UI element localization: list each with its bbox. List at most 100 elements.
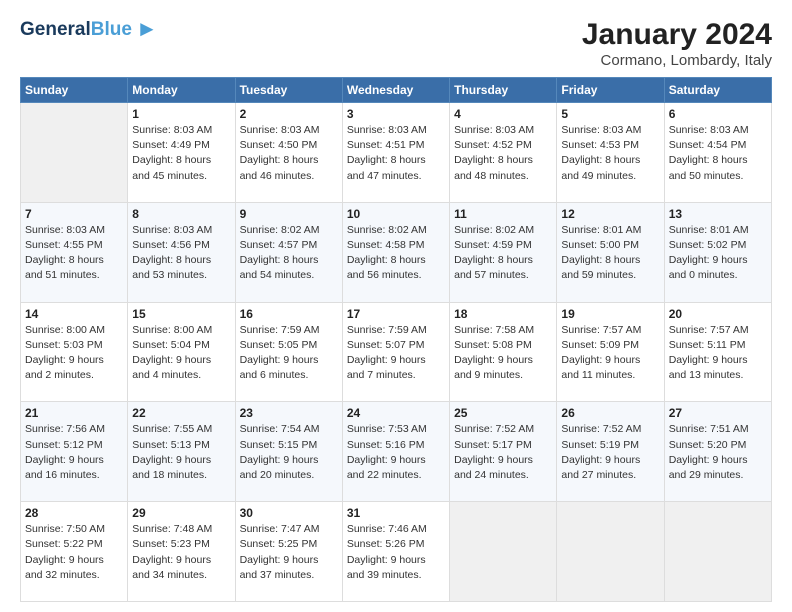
day-number: 4 [454, 107, 552, 121]
week-row-5: 28 Sunrise: 7:50 AMSunset: 5:22 PMDayligh… [21, 502, 772, 602]
day-info: Sunrise: 8:03 AMSunset: 4:49 PMDaylight:… [132, 123, 230, 184]
week-row-2: 7 Sunrise: 8:03 AMSunset: 4:55 PMDaylight… [21, 202, 772, 302]
calendar-cell: 10Sunrise: 8:02 AMSunset: 4:58 PMDayligh… [342, 202, 449, 302]
day-number: 29 [132, 506, 230, 520]
day-info: Sunrise: 7:51 AMSunset: 5:20 PMDaylight:… [669, 422, 767, 483]
week-row-1: 1 Sunrise: 8:03 AMSunset: 4:49 PMDaylight… [21, 103, 772, 203]
col-header-tuesday: Tuesday [235, 78, 342, 103]
day-info: Sunrise: 8:02 AMSunset: 4:57 PMDaylight:… [240, 223, 338, 284]
col-header-saturday: Saturday [664, 78, 771, 103]
page-title: January 2024 [582, 18, 772, 52]
day-number: 12 [561, 207, 659, 221]
day-number: 19 [561, 307, 659, 321]
calendar-cell: 1 Sunrise: 8:03 AMSunset: 4:49 PMDaylight… [128, 103, 235, 203]
calendar-cell: 19 Sunrise: 7:57 AMSunset: 5:09 PMDayligh… [557, 302, 664, 402]
logo: GeneralBlue ► [20, 18, 158, 40]
day-info: Sunrise: 7:56 AMSunset: 5:12 PMDaylight:… [25, 422, 123, 483]
day-number: 7 [25, 207, 123, 221]
day-info: Sunrise: 8:03 AMSunset: 4:52 PMDaylight:… [454, 123, 552, 184]
day-info: Sunrise: 7:57 AMSunset: 5:09 PMDaylight:… [561, 323, 659, 384]
day-info: Sunrise: 7:55 AMSunset: 5:13 PMDaylight:… [132, 422, 230, 483]
calendar-cell: 7 Sunrise: 8:03 AMSunset: 4:55 PMDaylight… [21, 202, 128, 302]
calendar-cell: 5Sunrise: 8:03 AMSunset: 4:53 PMDaylight… [557, 103, 664, 203]
day-number: 24 [347, 406, 445, 420]
day-info: Sunrise: 8:00 AMSunset: 5:04 PMDaylight:… [132, 323, 230, 384]
day-info: Sunrise: 7:46 AMSunset: 5:26 PMDaylight:… [347, 522, 445, 583]
day-info: Sunrise: 7:59 AMSunset: 5:07 PMDaylight:… [347, 323, 445, 384]
day-number: 6 [669, 107, 767, 121]
page-subtitle: Cormano, Lombardy, Italy [582, 52, 772, 69]
day-info: Sunrise: 8:03 AMSunset: 4:55 PMDaylight:… [25, 223, 123, 284]
calendar-cell: 3Sunrise: 8:03 AMSunset: 4:51 PMDaylight… [342, 103, 449, 203]
day-info: Sunrise: 7:47 AMSunset: 5:25 PMDaylight:… [240, 522, 338, 583]
day-info: Sunrise: 7:52 AMSunset: 5:17 PMDaylight:… [454, 422, 552, 483]
calendar-cell: 15 Sunrise: 8:00 AMSunset: 5:04 PMDayligh… [128, 302, 235, 402]
logo-bird-icon: ► [136, 18, 158, 40]
day-info: Sunrise: 8:00 AMSunset: 5:03 PMDaylight:… [25, 323, 123, 384]
calendar-cell: 16 Sunrise: 7:59 AMSunset: 5:05 PMDayligh… [235, 302, 342, 402]
calendar-cell: 30Sunrise: 7:47 AMSunset: 5:25 PMDayligh… [235, 502, 342, 602]
day-number: 21 [25, 406, 123, 420]
day-info: Sunrise: 7:57 AMSunset: 5:11 PMDaylight:… [669, 323, 767, 384]
calendar-cell: 20 Sunrise: 7:57 AMSunset: 5:11 PMDayligh… [664, 302, 771, 402]
page: GeneralBlue ► January 2024 Cormano, Lomb… [0, 0, 792, 612]
calendar-cell [557, 502, 664, 602]
calendar-cell: 23Sunrise: 7:54 AMSunset: 5:15 PMDayligh… [235, 402, 342, 502]
day-info: Sunrise: 8:03 AMSunset: 4:50 PMDaylight:… [240, 123, 338, 184]
day-number: 27 [669, 406, 767, 420]
calendar-cell: 21 Sunrise: 7:56 AMSunset: 5:12 PMDayligh… [21, 402, 128, 502]
calendar-cell: 6 Sunrise: 8:03 AMSunset: 4:54 PMDaylight… [664, 103, 771, 203]
calendar-cell: 4 Sunrise: 8:03 AMSunset: 4:52 PMDaylight… [450, 103, 557, 203]
day-info: Sunrise: 7:53 AMSunset: 5:16 PMDaylight:… [347, 422, 445, 483]
calendar-cell: 27 Sunrise: 7:51 AMSunset: 5:20 PMDayligh… [664, 402, 771, 502]
day-info: Sunrise: 8:02 AMSunset: 4:59 PMDaylight:… [454, 223, 552, 284]
calendar-cell: 29 Sunrise: 7:48 AMSunset: 5:23 PMDayligh… [128, 502, 235, 602]
day-number: 11 [454, 207, 552, 221]
day-info: Sunrise: 7:48 AMSunset: 5:23 PMDaylight:… [132, 522, 230, 583]
logo-blue: Blue [91, 19, 132, 40]
day-number: 26 [561, 406, 659, 420]
day-number: 1 [132, 107, 230, 121]
calendar-cell: 11 Sunrise: 8:02 AMSunset: 4:59 PMDayligh… [450, 202, 557, 302]
day-info: Sunrise: 8:03 AMSunset: 4:54 PMDaylight:… [669, 123, 767, 184]
day-info: Sunrise: 8:03 AMSunset: 4:51 PMDaylight:… [347, 123, 445, 184]
calendar-cell: 2Sunrise: 8:03 AMSunset: 4:50 PMDaylight… [235, 103, 342, 203]
logo-general: General [20, 19, 91, 40]
calendar-cell: 9Sunrise: 8:02 AMSunset: 4:57 PMDaylight… [235, 202, 342, 302]
week-row-3: 14Sunrise: 8:00 AMSunset: 5:03 PMDayligh… [21, 302, 772, 402]
day-info: Sunrise: 7:59 AMSunset: 5:05 PMDaylight:… [240, 323, 338, 384]
calendar-table: SundayMondayTuesdayWednesdayThursdayFrid… [20, 77, 772, 602]
calendar-cell: 13Sunrise: 8:01 AMSunset: 5:02 PMDayligh… [664, 202, 771, 302]
calendar-cell: 24 Sunrise: 7:53 AMSunset: 5:16 PMDayligh… [342, 402, 449, 502]
col-header-thursday: Thursday [450, 78, 557, 103]
day-number: 28 [25, 506, 123, 520]
day-number: 13 [669, 207, 767, 221]
day-number: 16 [240, 307, 338, 321]
day-number: 18 [454, 307, 552, 321]
header: GeneralBlue ► January 2024 Cormano, Lomb… [20, 18, 772, 69]
day-number: 31 [347, 506, 445, 520]
day-info: Sunrise: 7:58 AMSunset: 5:08 PMDaylight:… [454, 323, 552, 384]
calendar-cell: 14Sunrise: 8:00 AMSunset: 5:03 PMDayligh… [21, 302, 128, 402]
calendar-cell: 17Sunrise: 7:59 AMSunset: 5:07 PMDayligh… [342, 302, 449, 402]
col-header-wednesday: Wednesday [342, 78, 449, 103]
day-info: Sunrise: 7:50 AMSunset: 5:22 PMDaylight:… [25, 522, 123, 583]
calendar-cell: 25Sunrise: 7:52 AMSunset: 5:17 PMDayligh… [450, 402, 557, 502]
day-info: Sunrise: 8:03 AMSunset: 4:56 PMDaylight:… [132, 223, 230, 284]
calendar-cell: 22 Sunrise: 7:55 AMSunset: 5:13 PMDayligh… [128, 402, 235, 502]
day-info: Sunrise: 8:03 AMSunset: 4:53 PMDaylight:… [561, 123, 659, 184]
calendar-cell: 12Sunrise: 8:01 AMSunset: 5:00 PMDayligh… [557, 202, 664, 302]
day-number: 15 [132, 307, 230, 321]
header-row: SundayMondayTuesdayWednesdayThursdayFrid… [21, 78, 772, 103]
day-number: 20 [669, 307, 767, 321]
day-number: 23 [240, 406, 338, 420]
calendar-cell: 28 Sunrise: 7:50 AMSunset: 5:22 PMDayligh… [21, 502, 128, 602]
col-header-sunday: Sunday [21, 78, 128, 103]
calendar-cell [21, 103, 128, 203]
day-number: 22 [132, 406, 230, 420]
col-header-friday: Friday [557, 78, 664, 103]
calendar-cell: 31 Sunrise: 7:46 AMSunset: 5:26 PMDayligh… [342, 502, 449, 602]
day-info: Sunrise: 7:52 AMSunset: 5:19 PMDaylight:… [561, 422, 659, 483]
calendar-cell: 18 Sunrise: 7:58 AMSunset: 5:08 PMDayligh… [450, 302, 557, 402]
col-header-monday: Monday [128, 78, 235, 103]
